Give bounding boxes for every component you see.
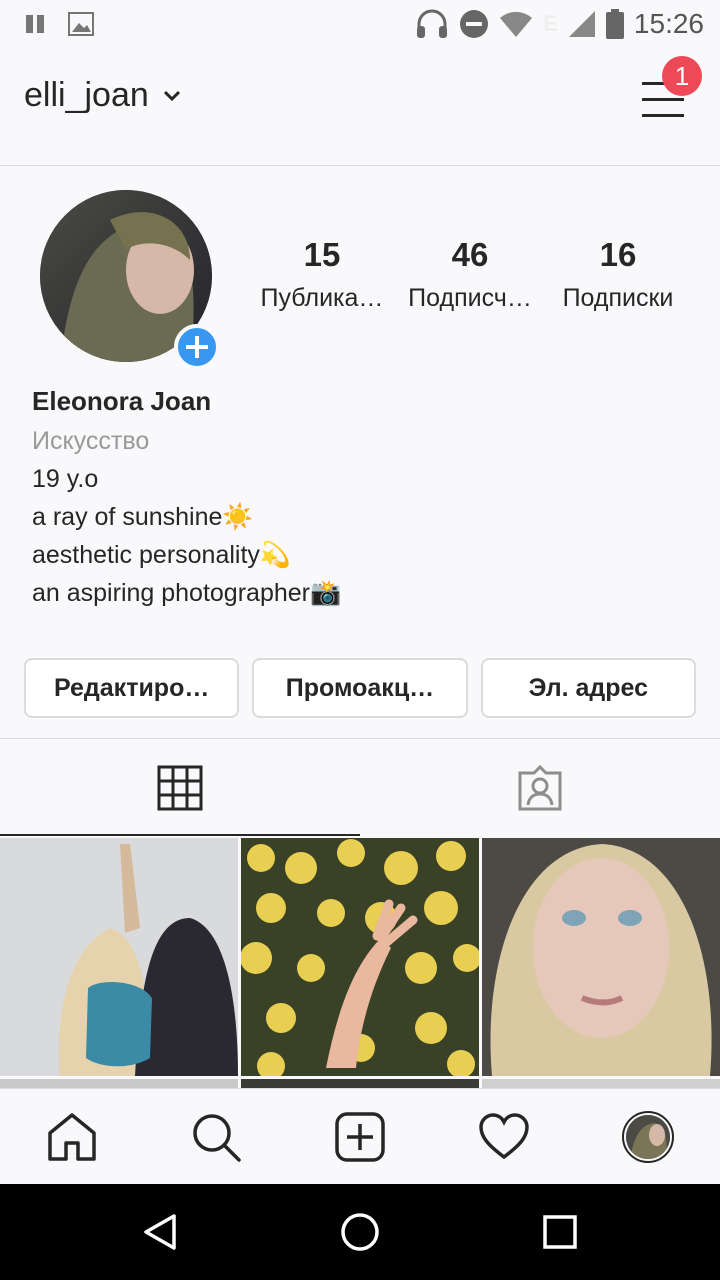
stat-value: 46 [451,236,489,273]
home-icon[interactable] [46,1111,98,1163]
stat-value: 16 [599,236,637,273]
email-button[interactable]: Эл. адрес [480,658,696,718]
add-story-button[interactable] [174,324,220,370]
stat-label: Подписч… [408,284,532,312]
tagged-person-icon [518,765,562,811]
new-post-icon[interactable] [334,1111,386,1163]
post-thumbnail[interactable] [0,838,238,1076]
bio-line: 19 y.o [32,465,99,493]
signal-icon [568,11,595,37]
profile-stats: 15 Публика… 46 Подписч… 16 Подписки [248,236,692,313]
plus-icon [186,336,208,358]
stat-value: 15 [303,236,341,273]
grid-icon [157,765,203,811]
profile-tab-avatar[interactable] [622,1111,674,1163]
back-icon[interactable] [140,1212,180,1252]
post-thumbnail[interactable] [482,838,720,1076]
pause-icon [26,15,44,33]
stat-following[interactable]: 16 Подписки [544,236,692,313]
headset-icon [417,9,448,38]
avatar-image [626,1115,670,1159]
network-type: E [543,11,558,36]
profile-avatar-container[interactable] [40,190,220,370]
notification-badge: 1 [662,56,702,96]
heart-icon[interactable] [478,1111,530,1163]
posts-grid [0,838,720,1088]
bio-line: a ray of sunshine☀️ [32,503,254,531]
avatar [626,1115,670,1159]
post-image [482,838,720,1076]
display-name: Eleonora Joan [32,386,212,416]
post-image [0,838,238,1076]
home-circle-icon[interactable] [340,1212,380,1252]
wifi-icon [500,11,533,38]
username-label: elli_joan [24,76,149,114]
promotions-button[interactable]: Промоакц… [252,658,468,718]
post-thumbnail[interactable] [241,838,479,1076]
profile-bio: Eleonora Joan Искусство 19 y.o a ray of … [32,386,692,612]
edit-profile-button[interactable]: Редактиро… [24,658,240,718]
battery-icon [605,9,624,39]
hamburger-icon-line [642,98,684,101]
recents-icon[interactable] [542,1214,578,1250]
category-label: Искусство [32,427,150,455]
bottom-navigation [0,1088,720,1184]
do-not-disturb-icon [460,10,489,38]
chevron-down-icon [163,90,180,101]
status-bar: E 15:26 [0,0,720,48]
stat-posts[interactable]: 15 Публика… [248,236,396,313]
stat-label: Публика… [260,284,384,312]
account-switcher[interactable]: elli_joan [24,76,181,115]
stat-followers[interactable]: 46 Подписч… [396,236,544,313]
bio-line: an aspiring photographer📸 [32,579,342,607]
clock: 15:26 [633,8,704,39]
profile-header: elli_joan 1 [0,48,720,166]
tab-grid[interactable] [0,739,360,836]
content-tabs [0,738,720,836]
post-thumbnail[interactable] [241,1079,479,1088]
hamburger-icon-line [642,114,684,117]
system-navigation-bar [0,1184,720,1280]
image-icon [68,12,94,36]
stat-label: Подписки [562,284,674,312]
post-image [241,838,479,1076]
bio-line: aesthetic personality💫 [32,541,292,569]
post-thumbnail[interactable] [482,1079,720,1088]
post-thumbnail[interactable] [0,1079,238,1088]
profile-actions: Редактиро… Промоакц… Эл. адрес [24,658,696,718]
search-icon[interactable] [190,1111,242,1163]
tab-tagged[interactable] [360,739,720,836]
